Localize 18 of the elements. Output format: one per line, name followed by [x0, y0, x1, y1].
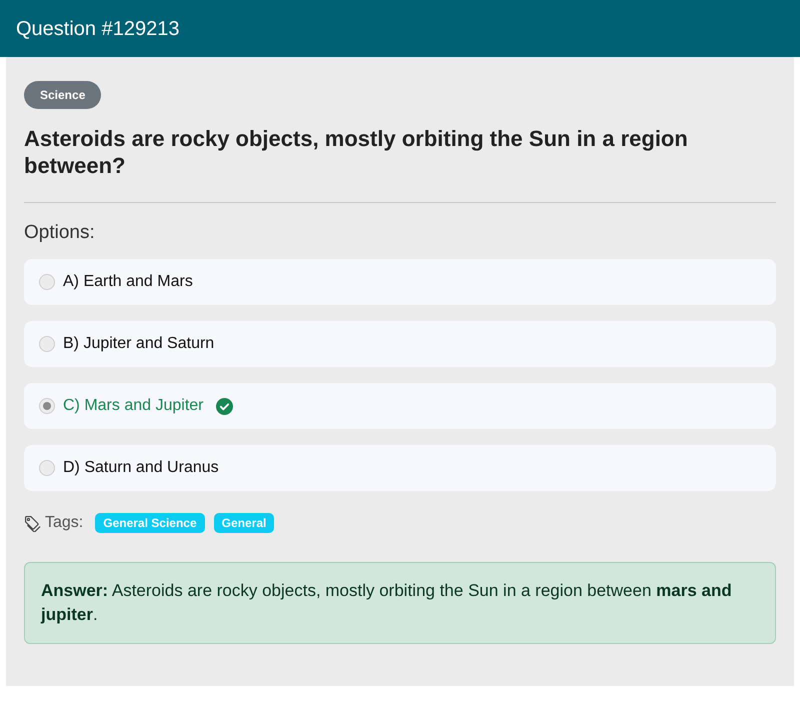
tag-badge[interactable]: General Science — [95, 513, 205, 533]
option-label: A) Earth and Mars — [63, 272, 193, 292]
option-label: C) Mars and Jupiter — [63, 396, 204, 416]
radio-button[interactable] — [39, 398, 55, 414]
tag-badge[interactable]: General — [214, 513, 274, 533]
radio-button[interactable] — [39, 460, 55, 476]
tags-label: Tags: — [45, 513, 84, 533]
category-badge: Science — [24, 81, 102, 109]
check-circle-icon — [216, 398, 232, 414]
tags-icon — [24, 514, 41, 532]
option-label: B) Jupiter and Saturn — [63, 334, 214, 354]
page-title: Question #129213 — [16, 16, 180, 42]
option-label: D) Saturn and Uranus — [63, 458, 219, 478]
radio-button[interactable] — [39, 336, 55, 352]
options-heading: Options: — [24, 221, 96, 245]
answer-alert: Answer: Asteroids are rocky objects, mostly orbiting the Sun in a region between mars and jupiter. — [24, 562, 776, 644]
question-text: Asteroids are rocky objects, mostly orbiting the Sun in a region between? — [24, 125, 689, 179]
radio-button[interactable] — [39, 274, 55, 290]
